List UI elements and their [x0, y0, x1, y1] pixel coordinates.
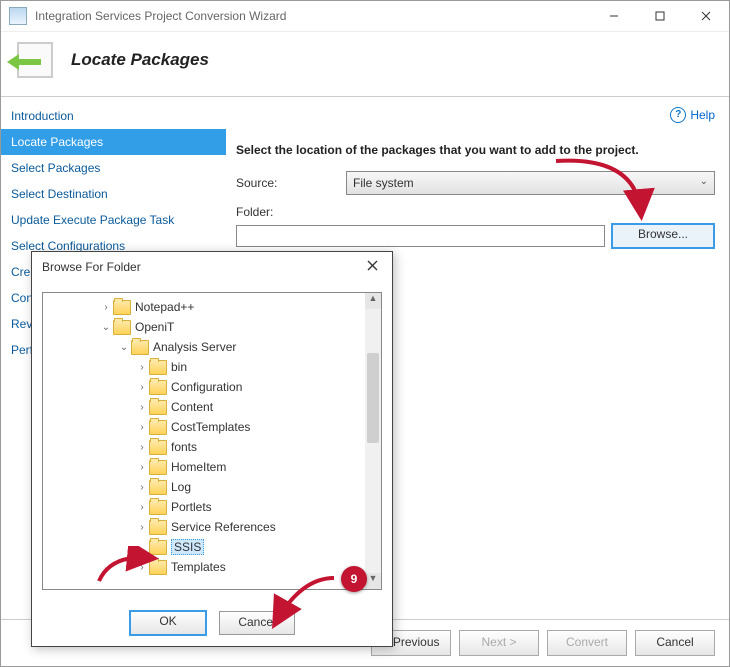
tree-item-label: Analysis Server — [153, 340, 236, 354]
folder-icon — [149, 460, 167, 475]
expand-closed-icon[interactable]: › — [135, 522, 149, 533]
tree-item[interactable]: ⌄ Analysis Server — [43, 337, 365, 357]
tree-item-label: Portlets — [171, 500, 212, 514]
cancel-button[interactable]: Cancel — [635, 630, 715, 656]
close-button[interactable] — [683, 1, 729, 31]
tree-item-label: CostTemplates — [171, 420, 250, 434]
window-titlebar: Integration Services Project Conversion … — [1, 1, 729, 32]
tree-item-label: Configuration — [171, 380, 242, 394]
tree-item-label: fonts — [171, 440, 197, 454]
tree-item-label: bin — [171, 360, 187, 374]
folder-icon — [149, 520, 167, 535]
help-label: Help — [690, 108, 715, 122]
annotation-arrow-ok — [266, 568, 346, 638]
tree-item[interactable]: › HomeItem — [43, 457, 365, 477]
tree-item-label: Templates — [171, 560, 226, 574]
expand-closed-icon[interactable]: › — [135, 462, 149, 473]
nav-step-select-destination[interactable]: Select Destination — [1, 181, 226, 207]
nav-step-locate-packages[interactable]: Locate Packages — [1, 129, 226, 155]
tree-item[interactable]: › Notepad++ — [43, 297, 365, 317]
nav-step-update-execute-package-task[interactable]: Update Execute Package Task — [1, 207, 226, 233]
tree-item[interactable]: › Portlets — [43, 497, 365, 517]
folder-icon — [149, 380, 167, 395]
tree-item-label: OpeniT — [135, 320, 174, 334]
tree-item[interactable]: › Content — [43, 397, 365, 417]
folder-icon — [149, 440, 167, 455]
nav-step-introduction[interactable]: Introduction — [1, 103, 226, 129]
expand-open-icon[interactable]: ⌄ — [117, 342, 131, 353]
expand-closed-icon[interactable]: › — [135, 442, 149, 453]
wizard-header: Locate Packages — [1, 32, 729, 97]
folder-icon — [113, 300, 131, 315]
scroll-thumb[interactable] — [367, 353, 379, 443]
folder-icon — [149, 480, 167, 495]
tree-item-label: SSIS — [171, 539, 204, 555]
help-link[interactable]: ? Help — [236, 105, 715, 125]
annotation-arrow-browse — [546, 151, 666, 231]
folder-icon — [149, 400, 167, 415]
tree-item-label: Log — [171, 480, 191, 494]
tree-item[interactable]: › bin — [43, 357, 365, 377]
wizard-header-icon — [13, 38, 57, 82]
source-label: Source: — [236, 176, 346, 190]
annotation-arrow-ssis — [91, 546, 161, 591]
tree-item-label: Service References — [171, 520, 276, 534]
expand-closed-icon[interactable]: › — [135, 502, 149, 513]
tree-item-label: HomeItem — [171, 460, 226, 474]
tree-item[interactable]: › Log — [43, 477, 365, 497]
app-icon — [9, 7, 27, 25]
folder-icon — [149, 360, 167, 375]
chevron-down-icon: ⌄ — [700, 176, 708, 187]
tree-item[interactable]: › CostTemplates — [43, 417, 365, 437]
folder-icon — [149, 420, 167, 435]
tree-item[interactable]: › fonts — [43, 437, 365, 457]
help-icon: ? — [670, 107, 686, 123]
folder-tree[interactable]: › Notepad++ ⌄ OpeniT ⌄ Analysis Server › bin › Co… — [43, 293, 365, 589]
expand-closed-icon[interactable]: › — [135, 422, 149, 433]
annotation-badge-9: 9 — [341, 566, 367, 592]
folder-label: Folder: — [236, 205, 346, 219]
scroll-down-icon[interactable]: ▼ — [365, 573, 381, 589]
tree-item-label: Notepad++ — [135, 300, 194, 314]
expand-closed-icon[interactable]: › — [135, 482, 149, 493]
source-value: File system — [353, 176, 414, 190]
folder-icon — [113, 320, 131, 335]
tree-item[interactable]: › Configuration — [43, 377, 365, 397]
expand-closed-icon[interactable]: › — [135, 402, 149, 413]
next-button[interactable]: Next > — [459, 630, 539, 656]
tree-scrollbar[interactable]: ▲ ▼ — [365, 293, 381, 589]
tree-item[interactable]: › Service References — [43, 517, 365, 537]
window-title: Integration Services Project Conversion … — [35, 9, 591, 23]
expand-open-icon[interactable]: ⌄ — [99, 322, 113, 333]
expand-closed-icon[interactable]: › — [99, 302, 113, 313]
dialog-titlebar: Browse For Folder — [32, 252, 392, 282]
folder-icon — [131, 340, 149, 355]
expand-closed-icon[interactable]: › — [135, 382, 149, 393]
wizard-window: Integration Services Project Conversion … — [0, 0, 730, 667]
nav-step-select-packages[interactable]: Select Packages — [1, 155, 226, 181]
convert-button: Convert — [547, 630, 627, 656]
page-title: Locate Packages — [71, 50, 209, 70]
scroll-up-icon[interactable]: ▲ — [365, 293, 381, 309]
tree-item[interactable]: ⌄ OpeniT — [43, 317, 365, 337]
tree-item-label: Content — [171, 400, 213, 414]
folder-icon — [149, 500, 167, 515]
maximize-button[interactable] — [637, 1, 683, 31]
dialog-title: Browse For Folder — [42, 260, 141, 274]
expand-closed-icon[interactable]: › — [135, 362, 149, 373]
dialog-close-button[interactable] — [352, 252, 392, 282]
minimize-button[interactable] — [591, 1, 637, 31]
dialog-ok-button[interactable]: OK — [129, 610, 207, 636]
